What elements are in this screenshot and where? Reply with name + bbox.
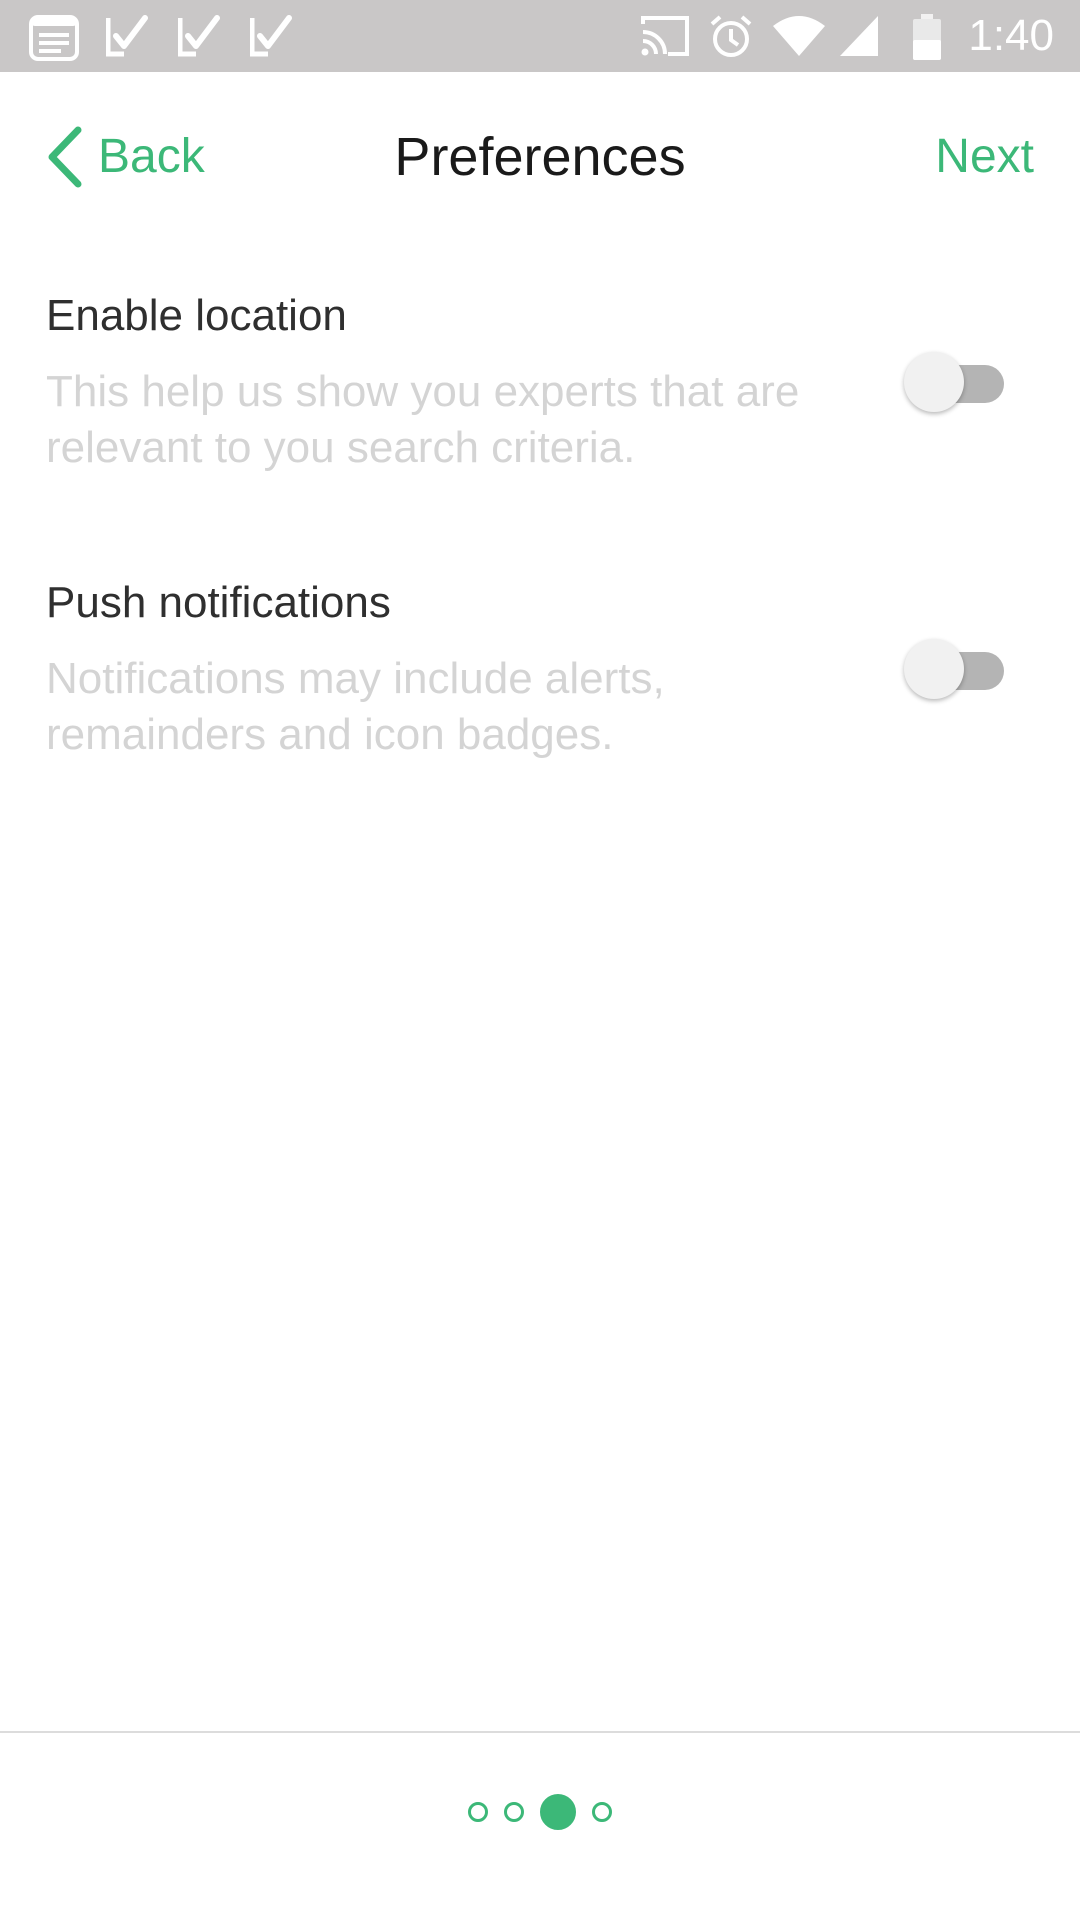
back-label: Back bbox=[98, 130, 205, 183]
page-dot bbox=[468, 1802, 488, 1822]
cast-icon bbox=[640, 14, 690, 58]
preferences-screen: 1:40 Back Preferences Next Enable locati… bbox=[0, 0, 1080, 1920]
bottom-divider bbox=[0, 1731, 1080, 1733]
setting-description: This help us show you experts that are r… bbox=[46, 367, 800, 472]
page-dot bbox=[592, 1802, 612, 1822]
check-icon bbox=[250, 14, 292, 58]
battery-icon bbox=[912, 14, 942, 60]
check-icon bbox=[178, 14, 220, 58]
page-dot bbox=[504, 1802, 524, 1822]
nav-bar: Back Preferences Next bbox=[0, 72, 1080, 244]
setting-push-notifications: Push notifications Notifications may inc… bbox=[0, 575, 1080, 795]
notes-icon bbox=[28, 14, 80, 61]
wifi-icon bbox=[772, 14, 826, 58]
setting-enable-location: Enable location This help us show you ex… bbox=[0, 288, 1080, 508]
setting-description: Notifications may include alerts, remain… bbox=[46, 654, 665, 759]
toggle-thumb bbox=[904, 352, 964, 412]
enable-location-toggle[interactable] bbox=[904, 348, 1004, 418]
chevron-left-icon bbox=[44, 126, 84, 188]
alarm-icon bbox=[708, 14, 754, 58]
back-button[interactable]: Back bbox=[44, 120, 205, 194]
check-icon bbox=[106, 14, 148, 58]
next-button[interactable]: Next bbox=[935, 120, 1034, 194]
push-notifications-toggle[interactable] bbox=[904, 635, 1004, 705]
status-bar: 1:40 bbox=[0, 0, 1080, 72]
page-dot-active bbox=[540, 1794, 576, 1830]
setting-title: Push notifications bbox=[46, 578, 391, 627]
page-indicator bbox=[0, 1788, 1080, 1836]
toggle-thumb bbox=[904, 639, 964, 699]
signal-icon bbox=[838, 14, 880, 58]
setting-title: Enable location bbox=[46, 291, 347, 340]
status-time: 1:40 bbox=[968, 11, 1054, 60]
